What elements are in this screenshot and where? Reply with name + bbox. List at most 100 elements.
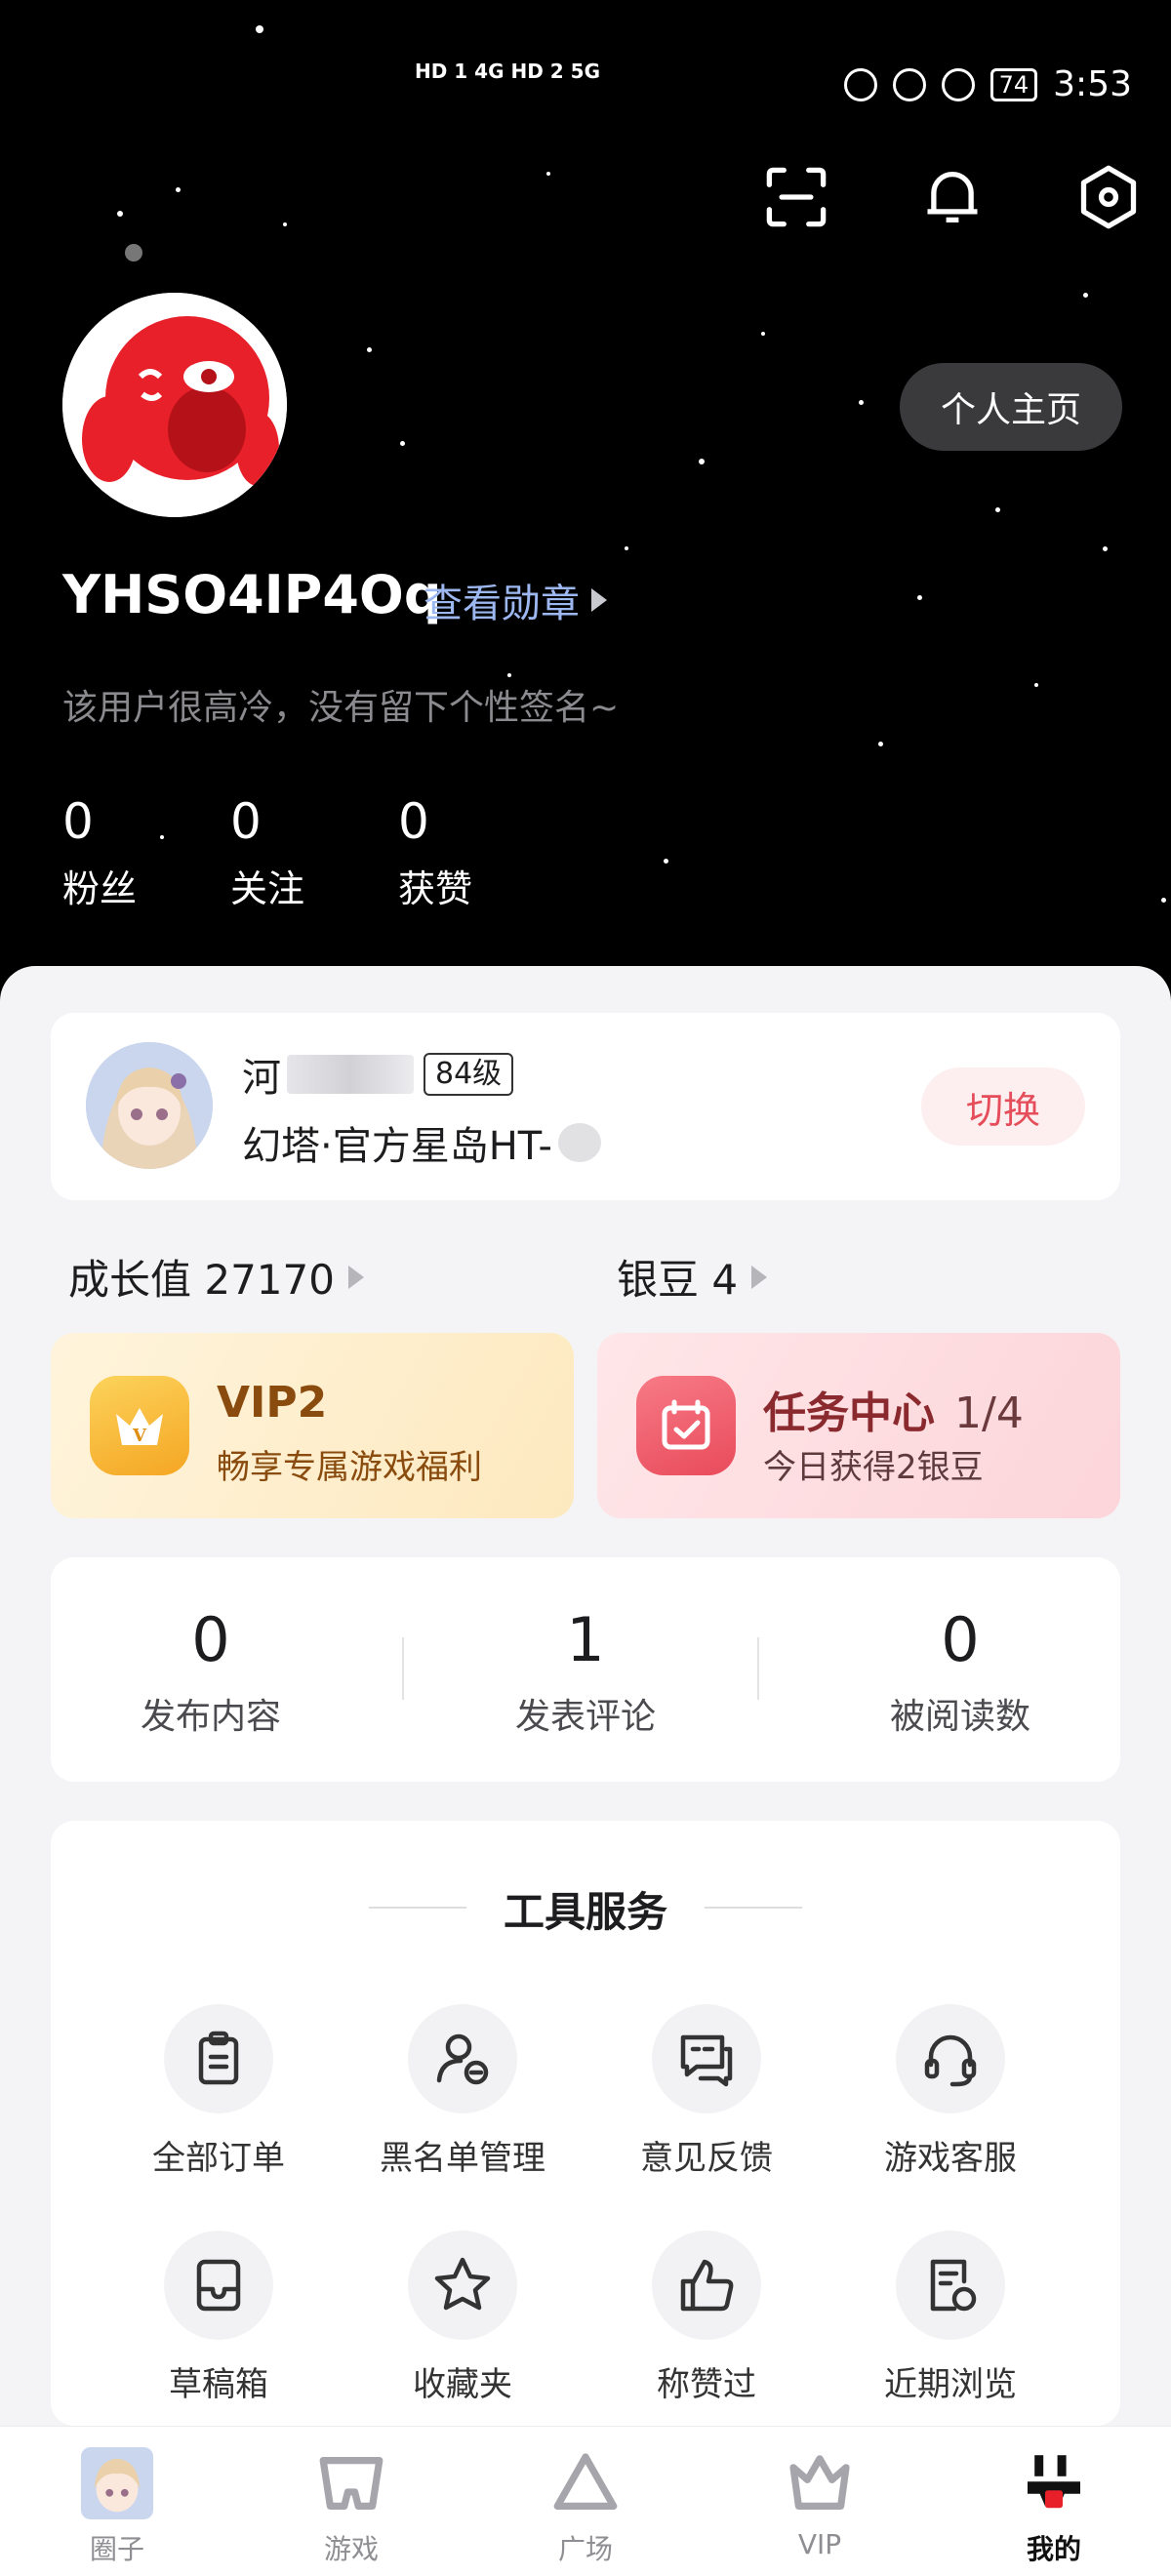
tool-liked[interactable]: 称赞过 [599,2231,814,2405]
nfc-icon [843,67,877,101]
vip-title: VIP2 [217,1378,328,1428]
signal-indicator: HD 1 4G HD 2 5G [415,60,600,83]
star-decoration [1034,683,1038,687]
tool-favorites[interactable]: 收藏夹 [355,2231,570,2405]
clock: 3:53 [1053,64,1132,104]
chevron-right-icon [751,1265,768,1289]
published-content-stat[interactable]: 0 发布内容 [84,1606,338,1739]
stat-label: 关注 [230,867,305,910]
vip-card[interactable]: V VIP2 畅享专属游戏福利 [51,1333,574,1518]
game-character-avatar [86,1042,213,1169]
tool-feedback[interactable]: 意见反馈 [599,2004,814,2179]
games-icon [312,2444,390,2522]
comments-stat[interactable]: 1 发表评论 [459,1606,712,1739]
star-decoration [995,507,1000,512]
tool-label: 游戏客服 [884,2139,1017,2178]
followers-stat[interactable]: 0 粉丝 [62,792,137,912]
nav-label: 我的 [1026,2533,1081,2565]
task-center-card[interactable]: 任务中心 1/4 今日获得2银豆 [597,1333,1120,1518]
redacted-name [287,1055,414,1094]
nav-vip[interactable]: VIP [742,2444,898,2560]
homepage-button[interactable]: 个人主页 [900,363,1122,451]
tool-label: 收藏夹 [413,2365,512,2404]
growth-value-label: 成长值 27170 [68,1256,335,1304]
star-decoration [625,546,628,550]
tool-label: 黑名单管理 [380,2139,545,2178]
bottom-navigation: 圈子 游戏 广场 VIP 我的 [0,2426,1171,2576]
star-decoration [117,211,123,217]
scan-icon[interactable] [763,164,829,230]
nav-label: 游戏 [323,2533,379,2565]
tool-blacklist[interactable]: 黑名单管理 [355,2004,570,2179]
growth-value-link[interactable]: 成长值 27170 [68,1247,364,1307]
drafts-icon [196,2259,241,2312]
likes-stat[interactable]: 0 获赞 [398,792,472,912]
view-medals-label: 查看勋章 [424,582,580,626]
stat-value: 0 [398,793,429,850]
tool-label: 近期浏览 [884,2365,1017,2404]
circle-avatar-icon [78,2444,156,2522]
game-account-card[interactable]: 河 84级 幻塔·官方星岛HT- 切换 [51,1013,1120,1200]
tool-label: 称赞过 [657,2365,756,2404]
star-decoration [859,400,864,405]
star-decoration [176,187,181,192]
star-decoration [878,742,883,746]
star-decoration [400,441,405,446]
reads-stat[interactable]: 0 被阅读数 [833,1606,1087,1739]
status-bar: HD 1 4G HD 2 5G 74 3:53 [0,51,1171,129]
user-avatar[interactable] [62,293,287,517]
tool-drafts[interactable]: 草稿箱 [111,2231,326,2405]
thumbs-up-icon [680,2259,734,2312]
content-stats-card: 0 发布内容 1 发表评论 0 被阅读数 [51,1557,1120,1782]
silver-beans-link[interactable]: 银豆 4 [617,1247,768,1307]
tool-services-card: 工具服务 全部订单 黑名单管理 意见反馈 游戏客服 草稿箱 收藏夹 称赞过 近期… [51,1821,1120,2426]
calendar-check-icon [636,1376,736,1475]
task-center-title-text: 任务中心 [763,1389,935,1438]
svg-text:V: V [132,1426,147,1446]
nav-label: 广场 [557,2533,613,2565]
nav-label: VIP [797,2528,842,2560]
silver-beans-label: 银豆 4 [617,1256,739,1304]
star-decoration [761,332,765,336]
character-name-text: 河 [242,1056,281,1101]
nav-mine[interactable]: 我的 [976,2444,1132,2567]
star-icon [434,2257,491,2311]
nav-plaza[interactable]: 广场 [507,2444,664,2567]
tool-label: 全部订单 [152,2139,285,2178]
redacted-server [558,1123,601,1162]
star-decoration [367,347,372,352]
chevron-right-icon [591,588,607,612]
star-decoration [546,172,550,176]
nav-circle[interactable]: 圈子 [39,2444,195,2567]
profile-header: HD 1 4G HD 2 5G 74 3:53 个人主页 YHSO4IP4Oq … [0,0,1171,1015]
level-badge: 84级 [424,1053,514,1096]
star-decoration [699,459,705,464]
divider [402,1637,404,1700]
switch-account-button[interactable]: 切换 [921,1067,1085,1146]
server-name-text: 幻塔·官方星岛HT- [242,1124,552,1169]
tool-services-title: 工具服务 [503,1888,667,1936]
following-stat[interactable]: 0 关注 [230,792,304,912]
view-medals-link[interactable]: 查看勋章 [424,572,607,628]
bell-icon[interactable] [919,164,986,230]
tool-all-orders[interactable]: 全部订单 [111,2004,326,2179]
star-decoration [283,222,287,226]
tool-label: 草稿箱 [169,2365,268,2404]
tool-recent-history[interactable]: 近期浏览 [843,2231,1058,2405]
task-center-subtitle: 今日获得2银豆 [763,1448,984,1487]
mine-icon [1015,2444,1093,2522]
battery-indicator: 74 [989,67,1038,101]
headset-icon [924,2034,977,2087]
star-decoration [256,25,263,33]
star-decoration [1083,293,1088,298]
star-decoration [125,244,142,262]
nav-label: 圈子 [89,2533,144,2565]
plaza-icon [546,2444,625,2522]
stat-label: 获赞 [398,867,473,910]
stat-label: 粉丝 [62,867,138,910]
chevron-right-icon [347,1265,364,1289]
nav-games[interactable]: 游戏 [273,2444,429,2567]
settings-icon[interactable] [1075,164,1142,230]
social-stats: 0 粉丝 0 关注 0 获赞 [62,792,472,912]
tool-game-support[interactable]: 游戏客服 [843,2004,1058,2179]
